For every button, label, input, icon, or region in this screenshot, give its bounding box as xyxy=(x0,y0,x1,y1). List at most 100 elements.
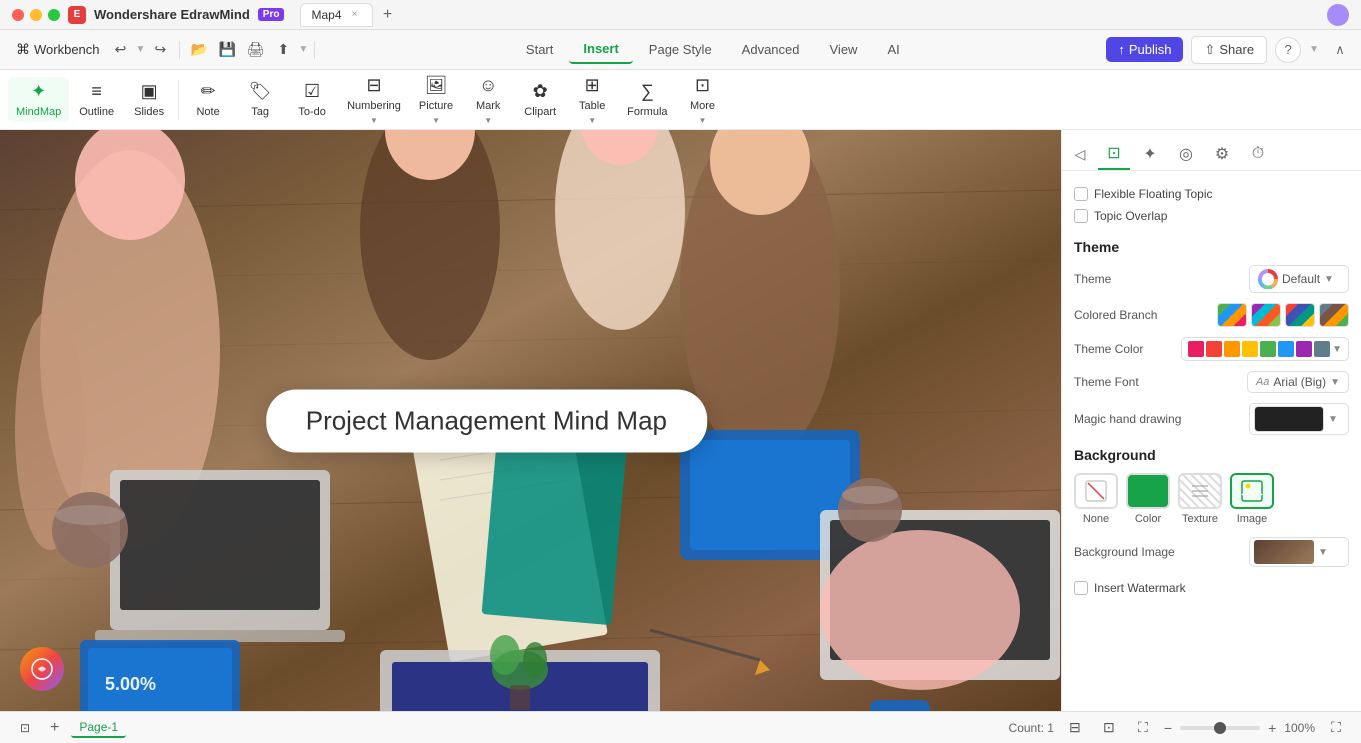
colored-branch-opt1[interactable] xyxy=(1217,303,1247,327)
fit-window-btn[interactable]: ⛶ xyxy=(1323,715,1349,741)
open-btn[interactable]: 📂 xyxy=(186,37,212,63)
panel-content: Flexible Floating Topic Topic Overlap Th… xyxy=(1062,171,1361,711)
current-tab[interactable]: Map4 × xyxy=(300,3,372,27)
svg-text:5.00%: 5.00% xyxy=(105,674,156,694)
mind-map-title: Project Management Mind Map xyxy=(266,389,707,452)
share-icon: ⇧ xyxy=(1204,42,1215,58)
user-avatar[interactable] xyxy=(1327,4,1349,26)
add-page-btn[interactable]: + xyxy=(46,719,63,737)
watermark-toggle[interactable]: Insert Watermark xyxy=(1074,581,1186,595)
sep2 xyxy=(314,41,315,59)
colored-branch-opt3[interactable] xyxy=(1285,303,1315,327)
save-btn[interactable]: 💾 xyxy=(214,37,240,63)
new-tab-btn[interactable]: + xyxy=(377,4,399,26)
app-icon: E xyxy=(68,6,86,24)
bg-image-opt[interactable]: Image xyxy=(1230,473,1274,525)
tool-bar: ✦ MindMap ≡ Outline ▣ Slides ✏ Note 🏷 Ta… xyxy=(0,70,1361,130)
slides-btn[interactable]: ▣ Slides xyxy=(124,77,174,122)
undo-btn[interactable]: ↩ xyxy=(108,37,134,63)
status-right: Count: 1 ⊟ ⊡ ⛶ − + 100% ⛶ xyxy=(1009,715,1349,741)
canvas-area[interactable]: 5.00% Discussion Outline xyxy=(0,130,1061,711)
maximize-window-btn[interactable] xyxy=(48,9,60,21)
color-dot-6 xyxy=(1278,341,1294,357)
nav-tab-ai[interactable]: AI xyxy=(873,36,913,63)
nav-tab-advanced[interactable]: Advanced xyxy=(728,36,814,63)
panel-tab-location[interactable]: ◎ xyxy=(1170,138,1202,170)
numbering-btn[interactable]: ⊟ Numbering ▼ xyxy=(339,71,409,129)
colored-branch-label: Colored Branch xyxy=(1074,308,1157,322)
formula-btn[interactable]: ∑ Formula xyxy=(619,77,675,122)
zoom-slider[interactable] xyxy=(1180,726,1260,730)
minimize-window-btn[interactable] xyxy=(30,9,42,21)
background-section-title: Background xyxy=(1074,447,1349,463)
colored-branch-opt4[interactable] xyxy=(1319,303,1349,327)
more-btn[interactable]: ⊡ More ▼ xyxy=(678,71,728,129)
watermark-checkbox[interactable] xyxy=(1074,581,1088,595)
page-tab-1[interactable]: Page-1 xyxy=(71,718,126,738)
panel-collapse-btn[interactable]: ◁ xyxy=(1066,140,1094,168)
mindmap-btn[interactable]: ✦ MindMap xyxy=(8,77,69,122)
floating-topic-checkbox[interactable] xyxy=(1074,187,1088,201)
outline-btn[interactable]: ≡ Outline xyxy=(71,77,122,122)
theme-color-dropdown[interactable]: ▼ xyxy=(1181,337,1349,361)
theme-dropdown-arrow: ▼ xyxy=(1324,274,1334,285)
table-btn[interactable]: ⊞ Table ▼ xyxy=(567,71,617,129)
colored-branch-opt2[interactable] xyxy=(1251,303,1281,327)
bg-image-dropdown[interactable]: ▼ xyxy=(1249,537,1349,567)
share-btn[interactable]: ⇧ Share xyxy=(1191,36,1267,64)
panel-tab-ai[interactable]: ✦ xyxy=(1134,138,1166,170)
close-window-btn[interactable] xyxy=(12,9,24,21)
theme-color-wheel-icon xyxy=(1258,269,1278,289)
note-btn[interactable]: ✏ Note xyxy=(183,77,233,122)
color-dot-8 xyxy=(1314,341,1330,357)
nav-tab-pagestyle[interactable]: Page Style xyxy=(635,36,726,63)
tab-close-btn[interactable]: × xyxy=(348,8,362,22)
formula-icon: ∑ xyxy=(641,81,654,102)
magic-hand-dropdown[interactable]: ▼ xyxy=(1249,403,1349,435)
menu-right: ↑ Publish ⇧ Share ? ▼ ∧ xyxy=(1106,36,1353,64)
zoom-in-btn[interactable]: + xyxy=(1268,720,1276,736)
bg-color-opt[interactable]: Color xyxy=(1126,473,1170,525)
bg-image-label: Background Image xyxy=(1074,545,1175,559)
help-btn[interactable]: ? xyxy=(1275,37,1301,63)
topic-overlap-toggle[interactable]: Topic Overlap xyxy=(1074,209,1167,223)
nav-tab-start[interactable]: Start xyxy=(512,36,567,63)
publish-btn[interactable]: ↑ Publish xyxy=(1106,37,1183,62)
panel-tab-properties[interactable]: ⊡ xyxy=(1098,138,1130,170)
status-bar: ⊡ + Page-1 Count: 1 ⊟ ⊡ ⛶ − + 100% ⛶ xyxy=(0,711,1361,743)
nav-tab-view[interactable]: View xyxy=(816,36,872,63)
tag-btn[interactable]: 🏷 Tag xyxy=(235,77,285,122)
clipart-btn[interactable]: ✿ Clipart xyxy=(515,77,565,122)
redo-btn[interactable]: ↪ xyxy=(147,37,173,63)
zoom-out-btn[interactable]: − xyxy=(1164,720,1172,736)
picture-btn[interactable]: 🖼 Picture ▼ xyxy=(411,71,461,129)
todo-btn[interactable]: ☑ To-do xyxy=(287,77,337,122)
color-dot-7 xyxy=(1296,341,1312,357)
floating-topic-toggle[interactable]: Flexible Floating Topic xyxy=(1074,187,1213,201)
bg-texture-opt[interactable]: Texture xyxy=(1178,473,1222,525)
bg-none-opt[interactable]: None xyxy=(1074,473,1118,525)
edrawmind-logo[interactable] xyxy=(20,647,64,691)
nav-tab-insert[interactable]: Insert xyxy=(569,35,632,64)
grid-view-btn[interactable]: ⊟ xyxy=(1062,715,1088,741)
fit-page-btn[interactable]: ⊡ xyxy=(1096,715,1122,741)
zoom-handle[interactable] xyxy=(1214,722,1226,734)
todo-icon: ☑ xyxy=(304,81,320,102)
panel-tab-settings[interactable]: ⚙ xyxy=(1206,138,1238,170)
workbench-btn[interactable]: ⌘ Workbench xyxy=(8,37,108,62)
mark-btn[interactable]: ☺ Mark ▼ xyxy=(463,71,513,129)
print-btn[interactable]: 🖨 xyxy=(242,37,268,63)
page-view-btn[interactable]: ⊡ xyxy=(12,715,38,741)
theme-dropdown[interactable]: Default ▼ xyxy=(1249,265,1349,293)
bg-image-thumb xyxy=(1254,540,1314,564)
theme-color-label: Theme Color xyxy=(1074,342,1143,356)
menu-bar: ⌘ Workbench ↩ ▼ ↪ 📂 💾 🖨 ⬆ ▼ Start Insert… xyxy=(0,30,1361,70)
title-bar-right xyxy=(1327,4,1349,26)
topic-overlap-checkbox[interactable] xyxy=(1074,209,1088,223)
panel-tab-clock[interactable]: ⏱ xyxy=(1242,138,1274,170)
fullscreen-btn[interactable]: ⛶ xyxy=(1130,715,1156,741)
export-btn[interactable]: ⬆ xyxy=(270,37,296,63)
collapse-btn[interactable]: ∧ xyxy=(1327,37,1353,63)
mindmap-icon: ✦ xyxy=(31,81,46,102)
theme-font-dropdown[interactable]: Aa Arial (Big) ▼ xyxy=(1247,371,1349,393)
